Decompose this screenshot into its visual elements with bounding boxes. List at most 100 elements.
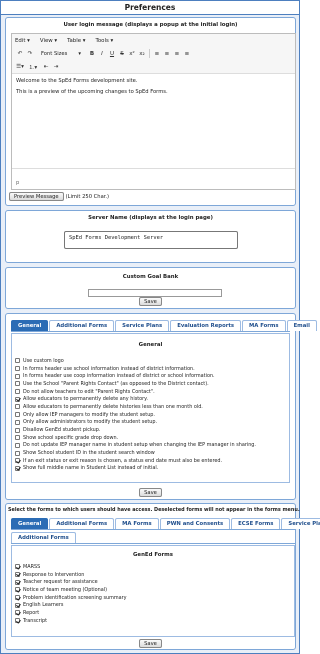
gened-form-checkbox[interactable] xyxy=(15,572,20,578)
general-option[interactable]: Use custom logo xyxy=(15,357,289,365)
general-option[interactable]: Use the School "Parent Rights Contact" (… xyxy=(15,380,289,388)
general-checkbox[interactable] xyxy=(15,442,20,448)
general-checkbox[interactable] xyxy=(15,404,20,410)
outdent-icon[interactable]: ⇤ xyxy=(41,62,51,71)
gened-form-checkbox[interactable] xyxy=(15,587,20,593)
gened-form-checkbox[interactable] xyxy=(15,618,20,624)
general-option[interactable]: In forms header use school information i… xyxy=(15,365,289,373)
general-option[interactable]: Show school specific grade drop down. xyxy=(15,434,289,442)
general-checkbox[interactable] xyxy=(15,458,20,464)
menu-table[interactable]: Table ▾ xyxy=(67,38,85,44)
forms-access-note: Select the forms to which users should h… xyxy=(8,507,300,513)
gened-form-option[interactable]: Response to Intervention xyxy=(15,571,294,579)
tab-forms-ma[interactable]: MA Forms xyxy=(115,518,159,529)
server-name-title: Server Name (displays at the login page) xyxy=(88,215,213,221)
superscript-icon[interactable]: x² xyxy=(127,49,137,58)
general-tabs: General Additional Forms Service Plans E… xyxy=(11,318,317,332)
general-options-list: Use custom logo In forms header use schoo… xyxy=(12,357,289,472)
gened-form-option[interactable]: Notice of team meeting (Optional) xyxy=(15,586,294,594)
gened-form-option[interactable]: Teacher request for assistance xyxy=(15,578,294,586)
rich-text-editor: Edit ▾ View ▾ Table ▾ Tools ▾ ↶ ↷ Font S… xyxy=(11,33,296,190)
server-name-panel: Server Name (displays at the login page)… xyxy=(5,210,296,263)
general-option[interactable]: Show full middle name in Student List in… xyxy=(15,465,289,473)
preview-message-button[interactable]: Preview Message xyxy=(9,192,64,201)
goal-bank-save-button[interactable]: Save xyxy=(139,297,162,306)
tab-forms-additional[interactable]: Additional Forms xyxy=(49,518,115,529)
menu-tools[interactable]: Tools ▾ xyxy=(95,38,113,44)
gened-form-option[interactable]: Problem identification screening summary xyxy=(15,594,294,602)
content-line: This is a preview of the upcoming change… xyxy=(16,88,168,95)
underline-icon[interactable]: U xyxy=(107,49,117,58)
general-option[interactable]: Allow educators to permanently delete hi… xyxy=(15,403,289,411)
gened-form-option[interactable]: MARSS xyxy=(15,563,294,571)
tab-email[interactable]: Email xyxy=(286,320,317,331)
general-option[interactable]: Only allow administrators to modify the … xyxy=(15,419,289,427)
align-left-icon[interactable]: ≡ xyxy=(152,49,162,58)
gened-form-option[interactable]: English Learners xyxy=(15,601,294,609)
server-name-input[interactable]: SpEd Forms Development Server xyxy=(64,231,238,249)
general-checkbox[interactable] xyxy=(15,435,20,441)
general-checkbox[interactable] xyxy=(15,373,20,379)
bold-icon[interactable]: B xyxy=(87,49,97,58)
align-justify-icon[interactable]: ≡ xyxy=(182,49,192,58)
numbered-list-icon[interactable]: ⒈▾ xyxy=(28,62,38,71)
general-option[interactable]: Do not update IEP manager name in studen… xyxy=(15,442,289,450)
limit-note: (Limit 250 Char.) xyxy=(65,193,110,200)
general-save-button[interactable]: Save xyxy=(139,488,162,497)
gened-form-checkbox[interactable] xyxy=(15,579,20,585)
bullet-list-icon[interactable]: ☰▾ xyxy=(15,62,25,71)
general-option-label: Use the School "Parent Rights Contact" (… xyxy=(23,380,209,387)
chevron-down-icon: ▾ xyxy=(78,50,81,57)
tab-forms-additional-2[interactable]: Additional Forms xyxy=(11,532,76,543)
general-checkbox[interactable] xyxy=(15,366,20,372)
align-right-icon[interactable]: ≡ xyxy=(172,49,182,58)
tab-additional-forms[interactable]: Additional Forms xyxy=(49,320,115,331)
gened-form-option[interactable]: Report xyxy=(15,609,294,617)
goal-bank-input[interactable] xyxy=(88,289,222,297)
tab-evaluation-reports[interactable]: Evaluation Reports xyxy=(170,320,242,331)
forms-tabs-row-2: Additional Forms xyxy=(11,530,295,544)
align-center-icon[interactable]: ≡ xyxy=(162,49,172,58)
subscript-icon[interactable]: x₂ xyxy=(137,49,147,58)
gened-form-checkbox[interactable] xyxy=(15,610,20,616)
undo-icon[interactable]: ↶ xyxy=(15,49,25,58)
gened-form-option-label: Teacher request for assistance xyxy=(23,579,98,586)
general-checkbox[interactable] xyxy=(15,381,20,387)
tab-ma-forms[interactable]: MA Forms xyxy=(242,320,286,331)
tab-forms-pwn[interactable]: PWN and Consents xyxy=(159,518,231,529)
tab-forms-general[interactable]: General xyxy=(11,518,49,529)
general-checkbox[interactable] xyxy=(15,465,20,471)
editor-content[interactable]: Welcome to the SpEd Forms development si… xyxy=(12,73,295,169)
gened-form-checkbox[interactable] xyxy=(15,595,20,601)
general-option[interactable]: If an exit status or exit reason is chos… xyxy=(15,457,289,465)
general-checkbox[interactable] xyxy=(15,419,20,425)
gened-form-checkbox[interactable] xyxy=(15,602,20,608)
forms-save-button[interactable]: Save xyxy=(139,639,162,648)
gened-form-option-label: Response to Intervention xyxy=(23,571,85,578)
general-checkbox[interactable] xyxy=(15,358,20,364)
font-sizes-select[interactable]: Font Sizes ▾ xyxy=(39,49,83,58)
general-checkbox[interactable] xyxy=(15,412,20,418)
general-option[interactable]: Disallow GenEd student pickup. xyxy=(15,426,289,434)
general-checkbox[interactable] xyxy=(15,427,20,433)
gened-form-checkbox[interactable] xyxy=(15,564,20,570)
indent-icon[interactable]: ⇥ xyxy=(51,62,61,71)
general-checkbox[interactable] xyxy=(15,396,20,402)
general-checkbox[interactable] xyxy=(15,389,20,395)
tab-general[interactable]: General xyxy=(11,320,49,331)
strikethrough-icon[interactable]: S xyxy=(117,49,127,58)
redo-icon[interactable]: ↷ xyxy=(25,49,35,58)
gened-form-option[interactable]: Transcript xyxy=(15,617,294,625)
general-option[interactable]: In forms header use coop information ins… xyxy=(15,372,289,380)
menu-view[interactable]: View ▾ xyxy=(40,38,57,44)
italic-icon[interactable]: I xyxy=(97,49,107,58)
general-option[interactable]: Show School student ID in the student se… xyxy=(15,449,289,457)
tab-forms-service-plans[interactable]: Service Plans xyxy=(281,518,320,529)
general-option[interactable]: Allow educators to permanently delete an… xyxy=(15,395,289,403)
tab-service-plans[interactable]: Service Plans xyxy=(115,320,170,331)
menu-edit[interactable]: Edit ▾ xyxy=(15,38,30,44)
tab-forms-ecse[interactable]: ECSE Forms xyxy=(231,518,281,529)
general-option[interactable]: Only allow IEP managers to modify the st… xyxy=(15,411,289,419)
general-checkbox[interactable] xyxy=(15,450,20,456)
general-option[interactable]: Do not allow teachers to edit "Parent Ri… xyxy=(15,388,289,396)
